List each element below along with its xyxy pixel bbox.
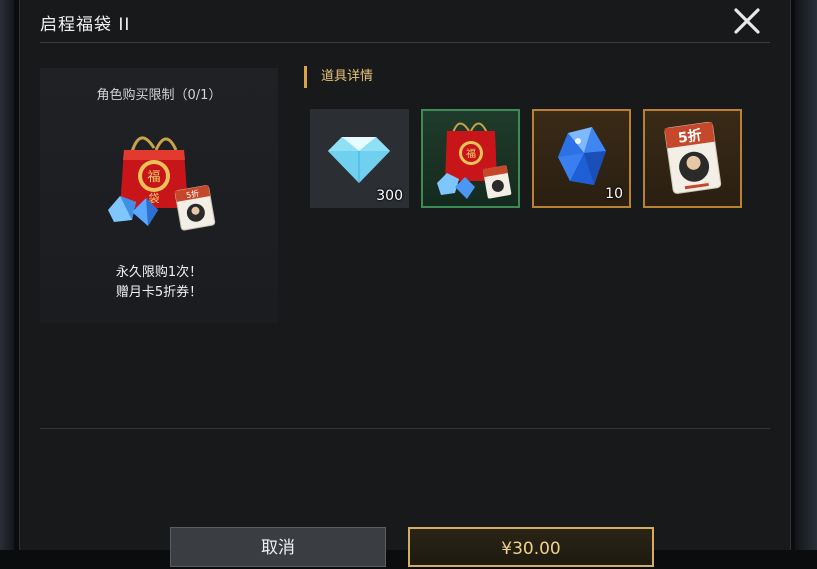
item-lucky-bag[interactable]: 福 [421, 109, 520, 208]
lucky-bag-icon: 福 袋 5折 [102, 124, 218, 234]
header-divider [40, 42, 770, 43]
description-line-1: 永久限购1次！ [115, 265, 203, 280]
svg-text:福: 福 [466, 147, 476, 160]
close-icon[interactable] [732, 6, 762, 36]
purchase-limit-text: 角色购买限制（0/1） [96, 88, 222, 103]
package-panel: 角色购买限制（0/1） 福 袋 5折 永久限购1次！ 赠月卡5折券！ [40, 68, 278, 323]
footer-divider [40, 428, 770, 429]
item-blue-crystal[interactable]: 10 [532, 109, 631, 208]
lucky-bag-icon: 福 [437, 122, 512, 199]
item-quantity: 300 [376, 188, 403, 204]
purchase-dialog: 启程福袋 II 角色购买限制（0/1） 福 袋 5折 永久限购1次！ 赠月卡5折… [19, 0, 791, 567]
item-discount-coupon[interactable]: 5折 [643, 109, 742, 208]
dialog-title: 启程福袋 II [40, 15, 131, 35]
background-right-edge [795, 0, 817, 550]
package-description: 永久限购1次！ 赠月卡5折券！ [40, 263, 278, 303]
item-diamond[interactable]: 300 [310, 109, 409, 208]
buy-button[interactable]: ¥30.00 [408, 527, 654, 567]
coupon-label: 5折 [677, 127, 703, 147]
discount-coupon-icon: 5折 [664, 121, 722, 194]
cancel-button[interactable]: 取消 [170, 527, 386, 567]
description-line-2: 赠月卡5折券！ [115, 285, 203, 300]
svg-text:福: 福 [147, 170, 160, 185]
background-left-edge [0, 0, 14, 550]
item-quantity: 10 [605, 186, 623, 202]
item-details-title: 道具详情 [304, 66, 373, 88]
